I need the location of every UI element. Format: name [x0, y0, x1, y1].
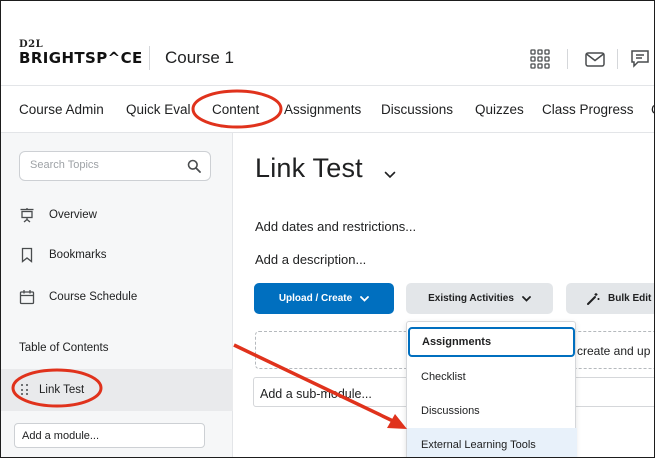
envelope-icon[interactable]: [584, 48, 606, 70]
bulk-edit-label: Bulk Edit: [608, 293, 652, 304]
toc-item-label: Link Test: [39, 384, 85, 396]
menu-item-discussions[interactable]: Discussions: [407, 394, 577, 428]
upload-create-label: Upload / Create: [278, 293, 353, 304]
sidebar-item-bookmarks[interactable]: Bookmarks: [19, 247, 107, 263]
nav-assignments[interactable]: Assignments: [284, 102, 361, 117]
overview-icon: [20, 208, 34, 223]
menu-item-assignments[interactable]: Assignments: [408, 327, 575, 357]
app-window: D2L BRIGHTSP^CE Course 1 Course Admin Qu…: [0, 0, 655, 458]
upload-create-button[interactable]: Upload / Create: [254, 283, 394, 314]
sidebar-item-label: Course Schedule: [49, 291, 138, 303]
drop-zone-text: create and up: [577, 344, 651, 358]
course-title[interactable]: Course 1: [165, 48, 234, 68]
search-topics[interactable]: [19, 151, 211, 181]
nav-quizzes[interactable]: Quizzes: [475, 102, 524, 117]
chat-bubble-icon[interactable]: [629, 48, 651, 70]
bookmark-icon: [21, 247, 33, 263]
sidebar-item-label: Overview: [49, 209, 97, 221]
calendar-icon: [19, 290, 35, 305]
sidebar-item-overview[interactable]: Overview: [19, 207, 97, 223]
nav-discussions[interactable]: Discussions: [381, 102, 453, 117]
sidebar-item-label: Bookmarks: [49, 249, 107, 261]
nav-content[interactable]: Content: [212, 102, 259, 117]
magic-wand-icon: [587, 292, 600, 305]
sidebar-item-course-schedule[interactable]: Course Schedule: [19, 289, 137, 305]
search-input[interactable]: [30, 159, 180, 171]
drag-handle-icon[interactable]: [21, 384, 29, 396]
add-description-link[interactable]: Add a description...: [255, 252, 366, 267]
logo-brightspace: BRIGHTSP^CE: [19, 49, 143, 67]
header-divider: [149, 46, 150, 70]
page-title: Link Test: [255, 153, 363, 183]
existing-activities-label: Existing Activities: [428, 293, 514, 304]
add-module-input[interactable]: Add a module...: [14, 423, 205, 448]
chevron-down-icon: [521, 295, 531, 302]
menu-item-external-learning-tools[interactable]: External Learning Tools: [407, 428, 577, 457]
bulk-edit-button[interactable]: Bulk Edit: [566, 283, 654, 314]
chevron-down-icon[interactable]: [384, 171, 396, 179]
menu-item-checklist[interactable]: Checklist: [407, 360, 577, 394]
header-divider: [617, 49, 618, 69]
chevron-down-icon: [360, 295, 370, 302]
nav-more[interactable]: C: [651, 102, 654, 117]
nav-course-admin[interactable]: Course Admin: [19, 102, 104, 117]
add-dates-restrictions-link[interactable]: Add dates and restrictions...: [255, 219, 416, 234]
table-of-contents-heading[interactable]: Table of Contents: [19, 342, 109, 354]
existing-activities-button[interactable]: Existing Activities: [406, 283, 553, 314]
course-navbar: Course Admin Quick Eval Content Assignme…: [1, 85, 654, 133]
existing-activities-menu: Assignments Checklist Discussions Extern…: [406, 321, 577, 457]
annotation-arrow-head: [387, 414, 407, 429]
nav-quick-eval[interactable]: Quick Eval: [126, 102, 200, 117]
waffle-grid-icon[interactable]: [529, 48, 551, 70]
search-icon[interactable]: [187, 159, 201, 173]
header: D2L BRIGHTSP^CE Course 1: [1, 1, 654, 85]
content-sidebar: Overview Bookmarks Course Schedule Table…: [1, 133, 233, 457]
brightspace-logo[interactable]: D2L BRIGHTSP^CE: [19, 39, 143, 67]
toc-item-link-test[interactable]: Link Test: [21, 384, 84, 396]
nav-class-progress[interactable]: Class Progress: [542, 102, 634, 117]
header-divider: [567, 49, 568, 69]
